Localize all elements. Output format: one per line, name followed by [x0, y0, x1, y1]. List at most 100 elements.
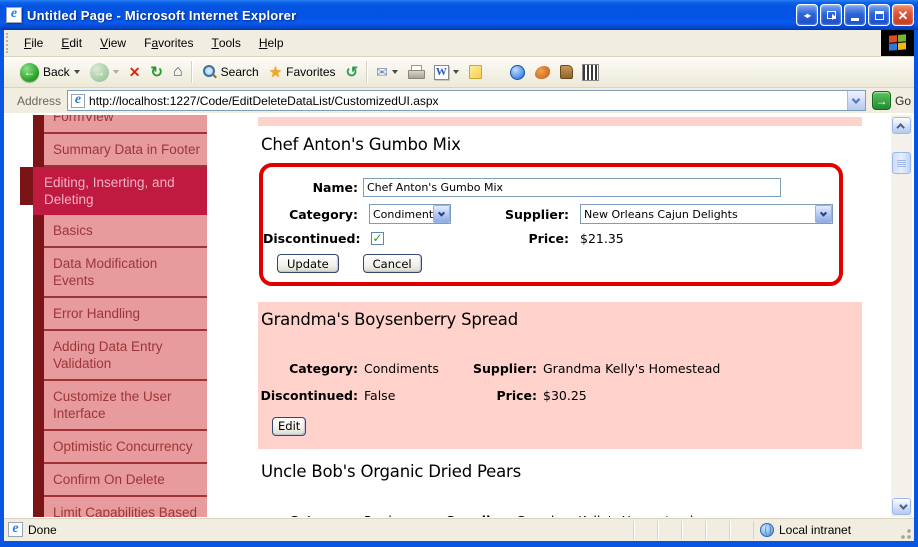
status-bar: Done Local intranet [4, 517, 914, 541]
refresh-button[interactable]: ↻ [145, 61, 168, 83]
refresh-icon: ↻ [150, 64, 163, 81]
menu-edit[interactable]: Edit [52, 30, 91, 56]
back-button[interactable]: ← Back [15, 61, 85, 84]
favorites-star-icon: ★ [268, 64, 283, 81]
price-value: $21.35 [580, 231, 624, 246]
category-select-arrow[interactable] [433, 205, 450, 223]
price-value: $30.25 [543, 388, 587, 403]
sidebar-item-adding-validation[interactable]: Adding Data Entry Validation [44, 331, 207, 381]
address-dropdown-button[interactable] [846, 91, 865, 110]
discontinued-checkbox[interactable]: ✓ [371, 232, 384, 245]
edit-item-panel: Name: Category: Condiments Supplier: New… [259, 163, 843, 286]
status-message-pane: Done [4, 522, 633, 537]
scroll-up-button[interactable] [892, 117, 911, 134]
supplier-select-arrow[interactable] [815, 205, 832, 223]
word-dropdown-icon[interactable] [452, 70, 459, 77]
favorites-button[interactable]: ★ Favorites [264, 61, 341, 83]
favorites-label: Favorites [286, 65, 336, 79]
maximize-button[interactable] [868, 4, 890, 26]
address-url[interactable]: http://localhost:1227/Code/EditDeleteDat… [85, 94, 847, 108]
price-label: Price: [496, 388, 538, 403]
window-title: Untitled Page - Microsoft Internet Explo… [27, 7, 297, 23]
mail-button[interactable]: ✉ [371, 62, 403, 83]
browser-window: Untitled Page - Microsoft Internet Explo… [0, 0, 918, 547]
nav-toggle-button[interactable]: ◂▸ [796, 4, 818, 26]
windows-logo [881, 30, 914, 56]
stop-icon: ✕ [128, 63, 141, 80]
product-heading: Grandma's Boysenberry Spread [261, 310, 518, 329]
home-icon: ⌂ [173, 63, 183, 80]
menu-help[interactable]: Help [250, 30, 293, 56]
scroll-down-button[interactable] [892, 498, 911, 515]
menu-view[interactable]: View [91, 30, 135, 56]
sidebar-item-optimistic-concurrency[interactable]: Optimistic Concurrency [44, 431, 207, 464]
category-value: Condiments [364, 361, 439, 376]
toolbar-separator [190, 61, 193, 83]
status-pane [657, 520, 681, 539]
toolbar-separator [366, 61, 369, 83]
product-heading-editing: Chef Anton's Gumbo Mix [261, 135, 461, 154]
sidebar-item-basics[interactable]: Basics [44, 215, 207, 248]
minimize-button[interactable] [844, 4, 866, 26]
supplier-select[interactable]: New Orleans Cajun Delights [580, 204, 833, 224]
research-button[interactable] [555, 63, 578, 81]
close-button[interactable]: ✕ [892, 4, 914, 26]
sidebar-item-limit-capabilities[interactable]: Limit Capabilities Based on User [44, 497, 207, 517]
sidebar-item-editing-inserting-deleting[interactable]: Editing, Inserting, and Deleting [20, 167, 207, 215]
addon2-button[interactable] [578, 63, 603, 82]
edit-button[interactable]: Edit [272, 416, 307, 436]
supplier-selected-value: New Orleans Cajun Delights [584, 207, 738, 221]
messenger-button[interactable] [505, 63, 530, 82]
scrollbar-thumb[interactable] [892, 152, 911, 174]
update-button[interactable]: Update [277, 254, 339, 273]
sidebar-item-error-handling[interactable]: Error Handling [44, 298, 207, 331]
menubar-grip[interactable] [6, 33, 13, 53]
history-button[interactable]: ↺ [341, 61, 364, 83]
sidebar-item-confirm-on-delete[interactable]: Confirm On Delete [44, 464, 207, 497]
document-icon [8, 522, 23, 537]
menu-favorites[interactable]: Fa vorites [135, 30, 202, 56]
address-field[interactable]: http://localhost:1227/Code/EditDeleteDat… [67, 90, 866, 111]
sidebar-item-customize-ui[interactable]: Customize the User Interface [44, 381, 207, 431]
chevron-down-icon [437, 209, 446, 217]
sidebar-list: FormView Summary Data in Footer Editing,… [20, 115, 207, 517]
previous-row-edge [258, 117, 862, 126]
vertical-scrollbar[interactable] [891, 115, 912, 517]
page-viewport: FormView Summary Data in Footer Editing,… [4, 115, 914, 517]
sidebar-item-data-modification-events[interactable]: Data Modification Events [44, 248, 207, 298]
back-dropdown-icon[interactable] [73, 70, 80, 77]
print-button[interactable] [403, 63, 429, 81]
addon-button[interactable] [530, 64, 555, 81]
page-icon [71, 93, 86, 108]
category-select[interactable]: Condiments [369, 204, 451, 224]
search-button[interactable]: Search [196, 62, 264, 82]
ie-app-icon [6, 7, 22, 23]
messenger-icon [509, 64, 525, 80]
status-pane [681, 520, 705, 539]
stop-button[interactable]: ✕ [124, 62, 146, 83]
forward-dropdown-icon [112, 70, 119, 77]
sidebar-item-summary-data[interactable]: Summary Data in Footer [44, 134, 207, 167]
forward-button[interactable]: → [85, 61, 124, 84]
window-resize-grip[interactable] [897, 525, 913, 541]
menu-tools[interactable]: Tools [202, 30, 249, 56]
detach-button[interactable] [820, 4, 842, 26]
discontinued-value: False [364, 388, 396, 403]
mail-dropdown-icon[interactable] [391, 70, 398, 77]
detach-icon [826, 11, 836, 20]
cancel-button[interactable]: Cancel [362, 254, 422, 273]
go-arrow-icon: → [871, 91, 891, 110]
chevron-down-icon [819, 209, 828, 217]
chevron-down-icon [852, 94, 861, 104]
go-button[interactable]: → Go [871, 91, 911, 110]
chevron-up-icon [895, 122, 905, 132]
name-input[interactable] [363, 178, 781, 197]
fox-icon [534, 65, 550, 79]
menu-file[interactable]: File [15, 30, 52, 56]
history-icon: ↺ [345, 64, 359, 81]
sidebar-item-formview[interactable]: FormView [44, 115, 207, 134]
notes-button[interactable] [464, 63, 487, 81]
edit-with-word-button[interactable]: W [429, 63, 464, 82]
product-heading: Uncle Bob's Organic Dried Pears [261, 461, 522, 481]
home-button[interactable]: ⌂ [168, 61, 188, 83]
